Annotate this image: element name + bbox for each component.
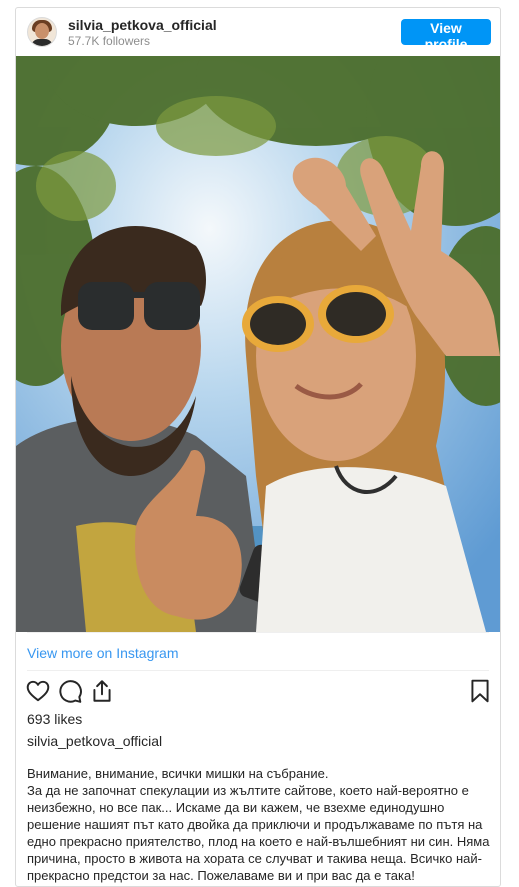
caption-text: Внимание, внимание, всички мишки на събр… (27, 766, 490, 883)
heart-icon[interactable] (25, 678, 51, 704)
caption-username[interactable]: silvia_petkova_official (27, 733, 162, 749)
view-profile-button[interactable]: View profile (401, 19, 491, 52)
instagram-embed-card: silvia_petkova_official 57.7K followers … (15, 7, 501, 887)
bookmark-icon[interactable] (467, 678, 493, 704)
avatar[interactable] (27, 17, 57, 47)
profile-username[interactable]: silvia_petkova_official (68, 17, 217, 33)
post-photo[interactable] (16, 56, 500, 632)
share-icon[interactable] (89, 678, 115, 704)
action-bar (16, 678, 500, 706)
comment-icon[interactable] (57, 678, 83, 704)
post-header: silvia_petkova_official 57.7K followers … (16, 8, 500, 56)
selfie-image (16, 56, 500, 632)
follower-count: 57.7K followers (68, 34, 151, 48)
like-count[interactable]: 693 likes (27, 711, 82, 727)
view-more-on-instagram-link[interactable]: View more on Instagram (27, 645, 178, 661)
